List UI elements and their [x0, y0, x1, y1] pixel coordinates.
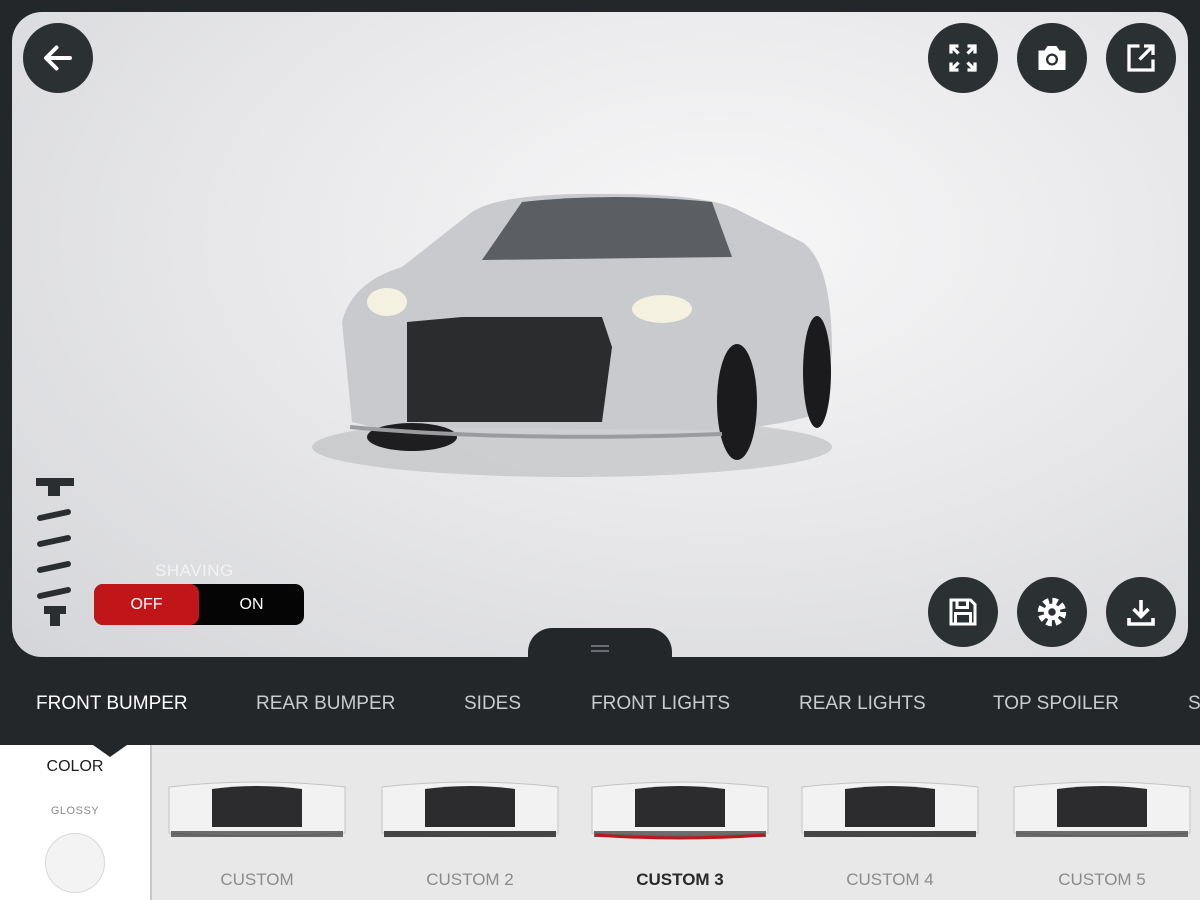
arrow-left-icon	[44, 45, 72, 71]
download-button[interactable]	[1106, 577, 1176, 647]
external-link-icon	[1127, 44, 1155, 72]
bumper-option-label: CUSTOM 3	[636, 870, 724, 889]
active-tab-indicator	[93, 745, 127, 757]
bumper-option-label: CUSTOM	[220, 870, 294, 889]
suspension-spring-icon	[36, 478, 74, 626]
bumper-option[interactable]: CUSTOM 4	[795, 775, 985, 900]
gear-icon	[1037, 597, 1067, 627]
color-panel: COLOR GLOSSY	[0, 745, 152, 900]
tab-rear-lights[interactable]: REAR LIGHTS	[799, 693, 926, 715]
finish-label: GLOSSY	[50, 805, 100, 817]
part-category-tabs: FRONT BUMPER REAR BUMPER SIDES FRONT LIG…	[0, 657, 1200, 745]
bumper-option[interactable]: CUSTOM 3	[585, 775, 775, 900]
bumper-option-label: CUSTOM 5	[1058, 870, 1146, 889]
screenshot-button[interactable]	[1017, 23, 1087, 93]
car-model	[312, 193, 832, 477]
tab-top-spoiler[interactable]: TOP SPOILER	[993, 693, 1119, 715]
bumper-thumbnail	[1013, 781, 1191, 837]
back-button[interactable]	[23, 23, 93, 93]
bumper-thumbnail	[168, 781, 346, 837]
shaving-toggle[interactable]: OFF ON	[94, 584, 304, 625]
shaving-off-option[interactable]: OFF	[94, 584, 199, 625]
tab-front-bumper[interactable]: FRONT BUMPER	[36, 693, 188, 715]
color-swatch[interactable]	[45, 833, 105, 893]
options-panel: COLOR GLOSSY CUSTOM CUSTOM 2 CUSTOM 3 CUSTO…	[0, 745, 1200, 900]
tab-more[interactable]: S	[1188, 693, 1200, 715]
expand-icon	[949, 44, 977, 72]
color-title: COLOR	[46, 758, 104, 775]
bumper-option-label: CUSTOM 2	[426, 870, 514, 889]
bumper-option[interactable]: CUSTOM	[162, 775, 352, 900]
shaving-on-option[interactable]: ON	[199, 584, 304, 625]
tab-rear-bumper[interactable]: REAR BUMPER	[256, 693, 395, 715]
tab-front-lights[interactable]: FRONT LIGHTS	[591, 693, 730, 715]
bumper-option[interactable]: CUSTOM 5	[1007, 775, 1197, 900]
bumper-thumbnail	[801, 781, 979, 837]
share-button[interactable]	[1106, 23, 1176, 93]
settings-button[interactable]	[1017, 577, 1087, 647]
bumper-option-label: CUSTOM 4	[846, 870, 934, 889]
fullscreen-button[interactable]	[928, 23, 998, 93]
tab-sides[interactable]: SIDES	[464, 693, 521, 715]
save-button[interactable]	[928, 577, 998, 647]
camera-icon	[1038, 46, 1066, 70]
bumper-thumbnail	[381, 781, 559, 837]
bumper-option[interactable]: CUSTOM 2	[375, 775, 565, 900]
bumper-thumbnail	[591, 781, 769, 840]
shaving-label: SHAVING	[155, 561, 234, 580]
floppy-disk-icon	[949, 598, 977, 626]
3d-car-viewer[interactable]: SHAVING OFF ON	[12, 12, 1188, 657]
download-icon	[1127, 600, 1155, 626]
